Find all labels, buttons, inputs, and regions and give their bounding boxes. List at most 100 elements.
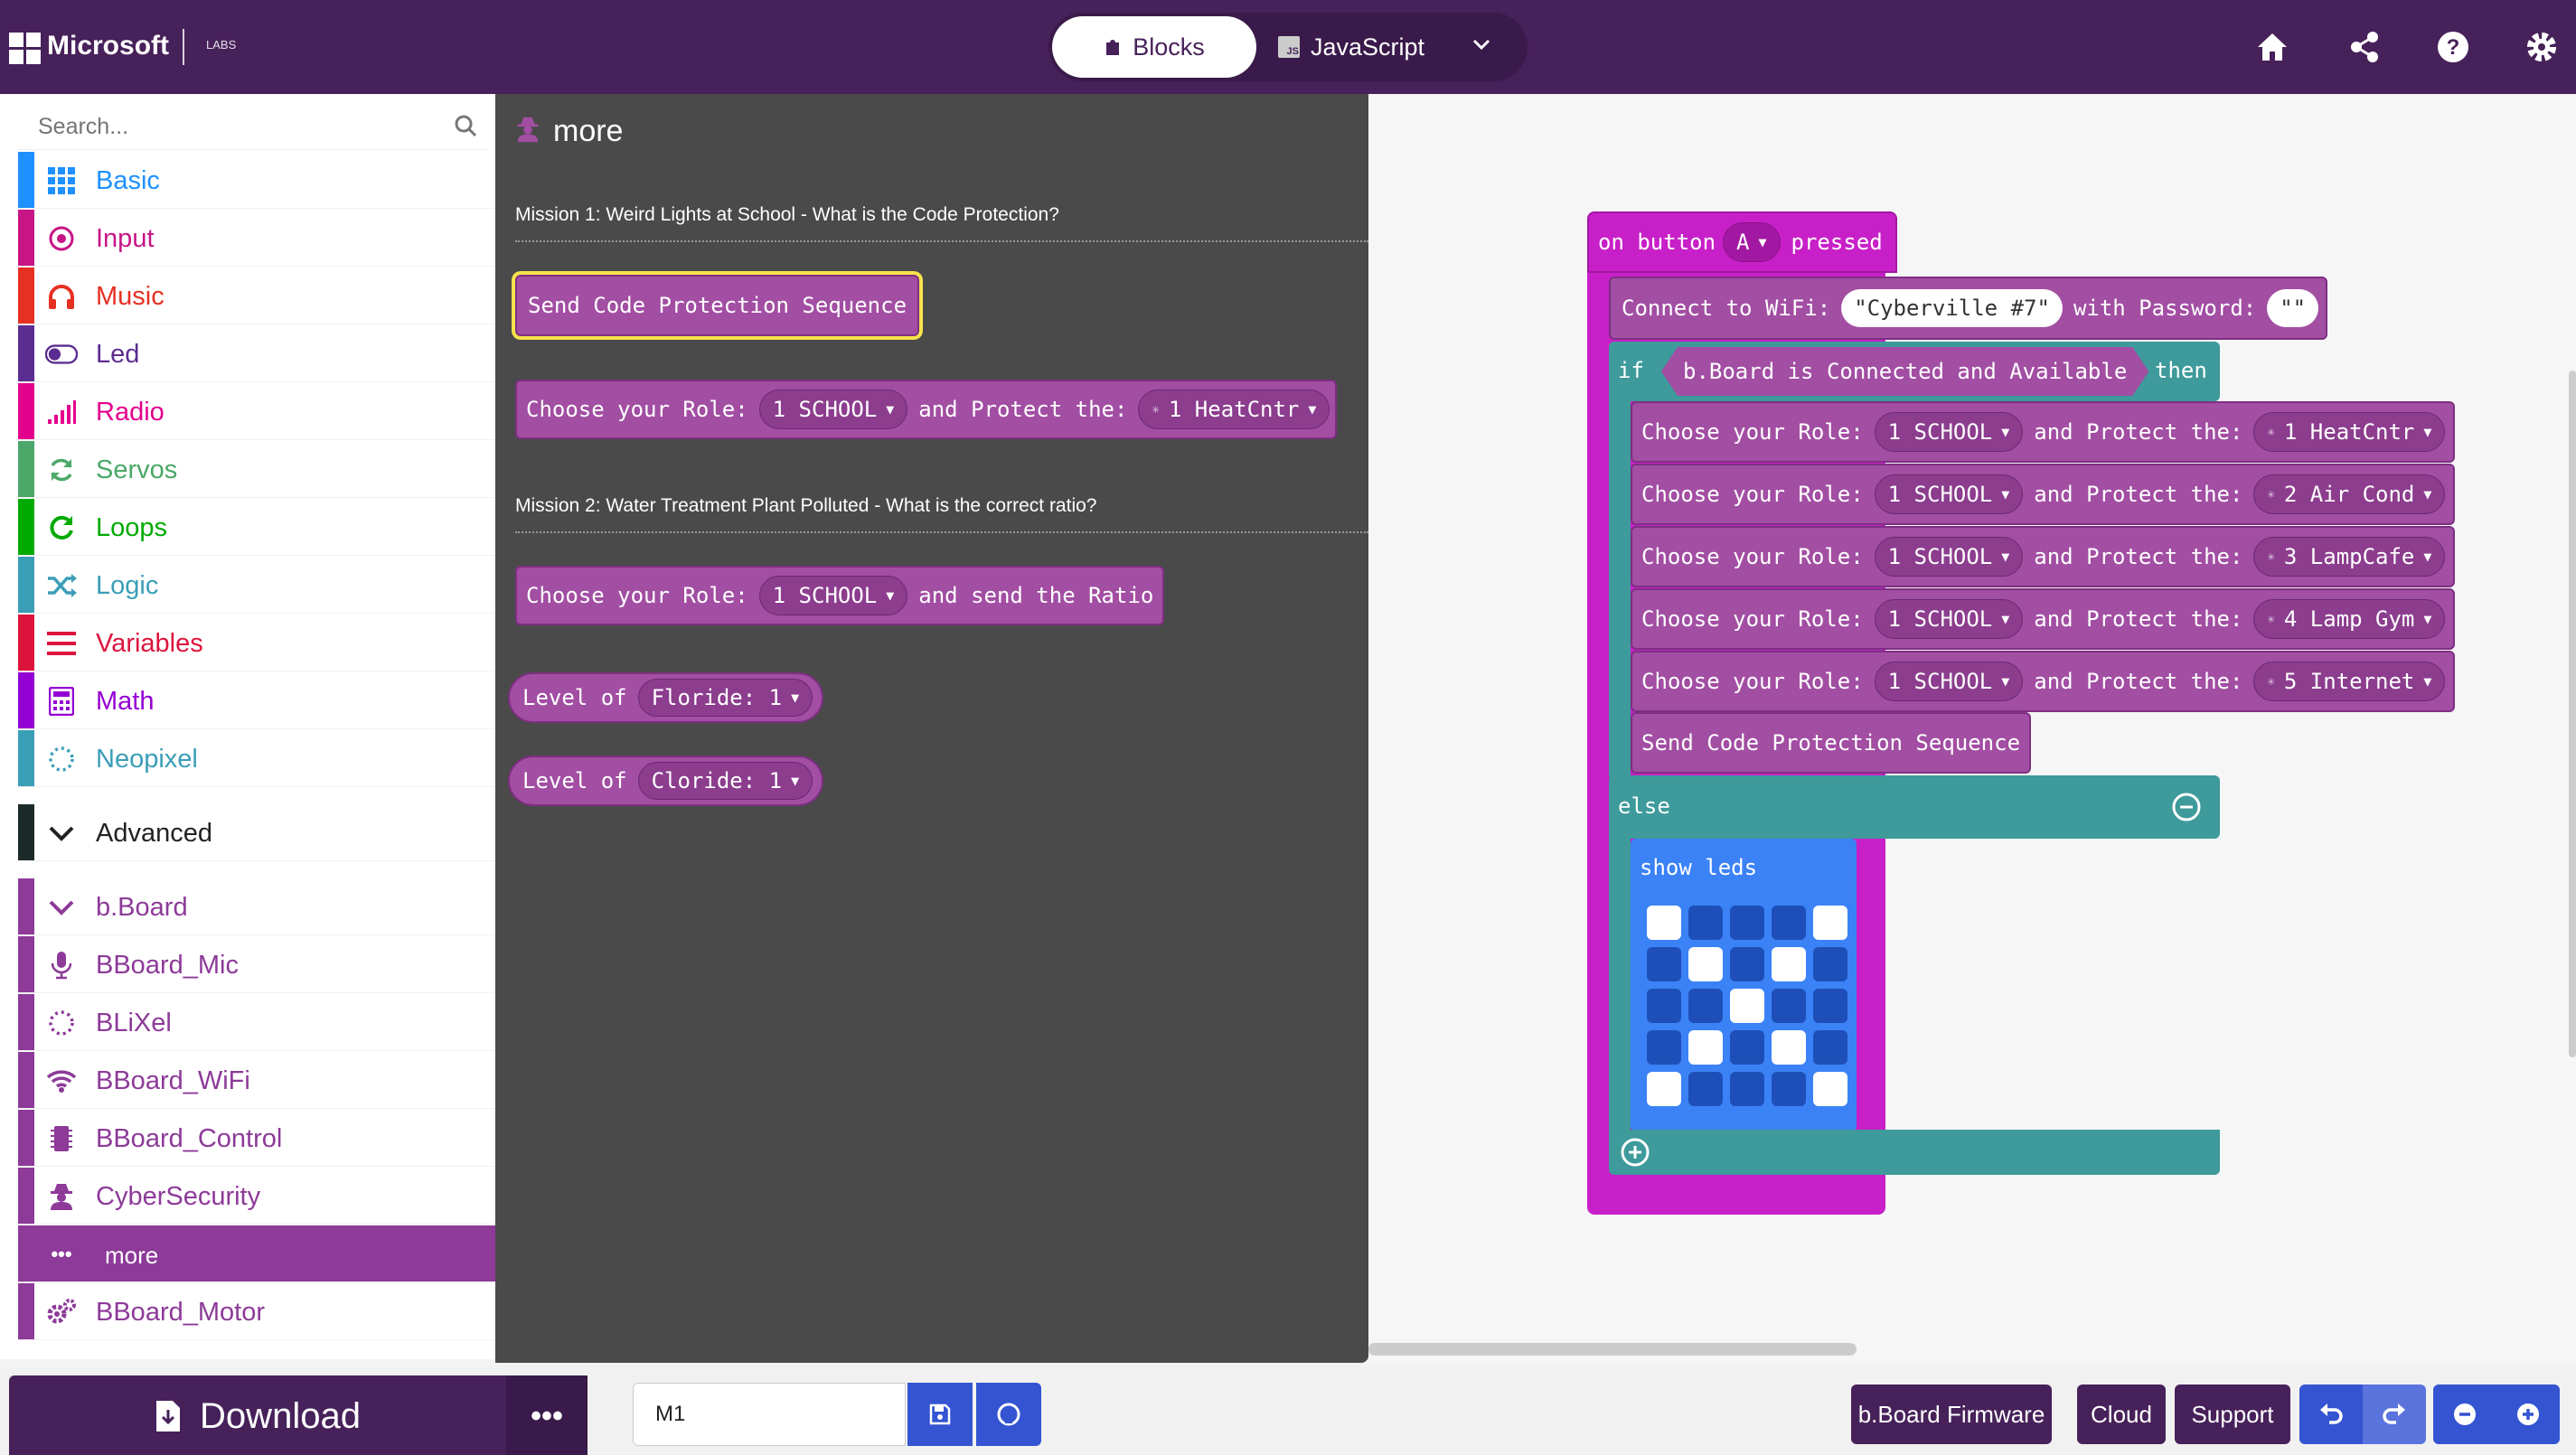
role-dropdown[interactable]: 1 SCHOOL ▼	[758, 576, 908, 615]
github-button[interactable]	[976, 1383, 1041, 1446]
help-icon[interactable]: ?	[2433, 27, 2473, 67]
led-cell[interactable]	[1647, 989, 1681, 1023]
led-cell[interactable]	[1688, 1030, 1723, 1065]
led-cell[interactable]	[1730, 1072, 1764, 1106]
led-cell[interactable]	[1647, 1072, 1681, 1106]
target-dropdown[interactable]: ✳ 2 Air Cond ▼	[2253, 474, 2446, 514]
role-dropdown[interactable]: 1 SCHOOL ▼	[1874, 474, 2024, 514]
home-icon[interactable]	[2252, 27, 2292, 67]
send-code-block[interactable]: Send Code Protection Sequence	[515, 275, 920, 336]
category-basic[interactable]: Basic	[18, 152, 495, 209]
if-block[interactable]: if b.Board is Connected and Available th…	[1609, 342, 2220, 401]
category-bboard-control[interactable]: BBoard_Control	[18, 1110, 495, 1167]
role-dropdown[interactable]: 1 SCHOOL ▼	[1874, 412, 2024, 452]
category-variables[interactable]: Variables	[18, 615, 495, 671]
choose-role-ratio-block[interactable]: Choose your Role: 1 SCHOOL ▼ and send the…	[515, 566, 1165, 625]
category-math[interactable]: Math	[18, 672, 495, 729]
show-leds-block[interactable]: show leds	[1631, 839, 1857, 1131]
led-cell[interactable]	[1647, 1030, 1681, 1065]
led-cell[interactable]	[1772, 989, 1806, 1023]
category-radio[interactable]: Radio	[18, 383, 495, 440]
project-name-input[interactable]	[633, 1383, 906, 1446]
choose-role-protect-block[interactable]: Choose your Role: 1 SCHOOL ▼ and Protect th…	[1631, 464, 2455, 525]
search-icon[interactable]	[454, 114, 477, 137]
led-cell[interactable]	[1688, 947, 1723, 981]
role-dropdown[interactable]: 1 SCHOOL ▼	[758, 390, 908, 429]
category-bboard[interactable]: b.Board	[18, 878, 495, 935]
category-cybersecurity[interactable]: CyberSecurity	[18, 1168, 495, 1225]
redo-button[interactable]	[2363, 1385, 2426, 1444]
horizontal-scrollbar[interactable]	[1368, 1343, 1857, 1356]
led-cell[interactable]	[1772, 906, 1806, 940]
category-bboard-mic[interactable]: BBoard_Mic	[18, 936, 495, 993]
plus-circle-icon[interactable]	[1620, 1137, 1650, 1168]
bboard-firmware-button[interactable]: b.Board Firmware	[1851, 1385, 2052, 1444]
category-input[interactable]: Input	[18, 210, 495, 267]
led-cell[interactable]	[1688, 906, 1723, 940]
led-cell[interactable]	[1772, 1072, 1806, 1106]
vertical-scrollbar[interactable]	[2569, 371, 2576, 1057]
choose-role-protect-block[interactable]: Choose your Role: 1 SCHOOL ▼ and Protect th…	[1631, 526, 2455, 587]
category-servos[interactable]: Servos	[18, 441, 495, 498]
send-code-block[interactable]: Send Code Protection Sequence	[1631, 712, 2032, 774]
target-dropdown[interactable]: ✳ 5 Internet ▼	[2253, 662, 2446, 701]
target-dropdown[interactable]: ✳ 1 HeatCntr ▼	[1138, 390, 1330, 429]
chevron-down-icon[interactable]	[1470, 33, 1493, 62]
target-dropdown[interactable]: ✳ 3 LampCafe ▼	[2253, 537, 2446, 577]
tab-javascript[interactable]: JS JavaScript	[1278, 16, 1441, 78]
led-cell[interactable]	[1813, 1072, 1847, 1106]
category-music[interactable]: Music	[18, 268, 495, 324]
settings-icon[interactable]	[2522, 27, 2562, 67]
category-led[interactable]: Led	[18, 325, 495, 382]
led-cell[interactable]	[1813, 1030, 1847, 1065]
led-cell[interactable]	[1813, 906, 1847, 940]
category-neopixel[interactable]: Neopixel	[18, 730, 495, 787]
category-bboard-wifi[interactable]: BBoard_WiFi	[18, 1052, 495, 1109]
led-cell[interactable]	[1772, 947, 1806, 981]
category-advanced[interactable]: Advanced	[18, 804, 495, 861]
role-dropdown[interactable]: 1 SCHOOL ▼	[1874, 599, 2024, 639]
more-options-button[interactable]: •••	[506, 1375, 588, 1455]
else-block[interactable]: else	[1609, 775, 2220, 839]
category-bboard-motor[interactable]: BBoard_Motor	[18, 1283, 495, 1340]
choose-role-protect-block[interactable]: Choose your Role: 1 SCHOOL ▼ and Protect th…	[1631, 401, 2455, 463]
download-button[interactable]: Download	[9, 1375, 506, 1455]
led-cell[interactable]	[1813, 989, 1847, 1023]
choose-role-protect-block[interactable]: Choose your Role: 1 SCHOOL ▼ and Protect th…	[1631, 651, 2455, 712]
led-cell[interactable]	[1772, 1030, 1806, 1065]
led-cell[interactable]	[1688, 1072, 1723, 1106]
level-cloride-block[interactable]: Level of Cloride: 1 ▼	[508, 756, 824, 806]
password-field[interactable]: ""	[2267, 289, 2319, 327]
category-blixel[interactable]: BLiXel	[18, 994, 495, 1051]
category-loops[interactable]: Loops	[18, 499, 495, 556]
led-matrix[interactable]	[1647, 906, 1847, 1106]
role-dropdown[interactable]: 1 SCHOOL ▼	[1874, 662, 2024, 701]
connect-wifi-block[interactable]: Connect to WiFi: "Cyberville #7" with Pa…	[1609, 277, 2328, 340]
choose-role-protect-block[interactable]: Choose your Role: 1 SCHOOL ▼ and Protect th…	[1631, 588, 2455, 650]
tab-blocks[interactable]: Blocks	[1052, 16, 1256, 78]
led-cell[interactable]	[1647, 947, 1681, 981]
led-cell[interactable]	[1730, 1030, 1764, 1065]
target-dropdown[interactable]: ✳ 1 HeatCntr ▼	[2253, 412, 2446, 452]
undo-button[interactable]	[2299, 1385, 2363, 1444]
led-cell[interactable]	[1730, 947, 1764, 981]
cloud-button[interactable]: Cloud	[2077, 1385, 2166, 1444]
cloride-dropdown[interactable]: Cloride: 1 ▼	[637, 762, 813, 800]
led-cell[interactable]	[1647, 906, 1681, 940]
led-cell[interactable]	[1730, 989, 1764, 1023]
button-dropdown[interactable]: A ▼	[1723, 222, 1781, 262]
condition-block[interactable]: b.Board is Connected and Available	[1661, 347, 2148, 396]
led-cell[interactable]	[1813, 947, 1847, 981]
on-button-header[interactable]: on button A ▼ pressed	[1587, 211, 1897, 273]
search-input[interactable]	[38, 114, 436, 140]
category-logic[interactable]: Logic	[18, 557, 495, 614]
share-icon[interactable]	[2345, 27, 2384, 67]
zoom-out-button[interactable]	[2433, 1385, 2496, 1444]
target-dropdown[interactable]: ✳ 4 Lamp Gym ▼	[2253, 599, 2446, 639]
save-button[interactable]	[907, 1383, 973, 1446]
minus-circle-icon[interactable]	[2171, 792, 2202, 822]
support-button[interactable]: Support	[2175, 1385, 2290, 1444]
level-floride-block[interactable]: Level of Floride: 1 ▼	[508, 672, 824, 723]
role-dropdown[interactable]: 1 SCHOOL ▼	[1874, 537, 2024, 577]
led-cell[interactable]	[1688, 989, 1723, 1023]
